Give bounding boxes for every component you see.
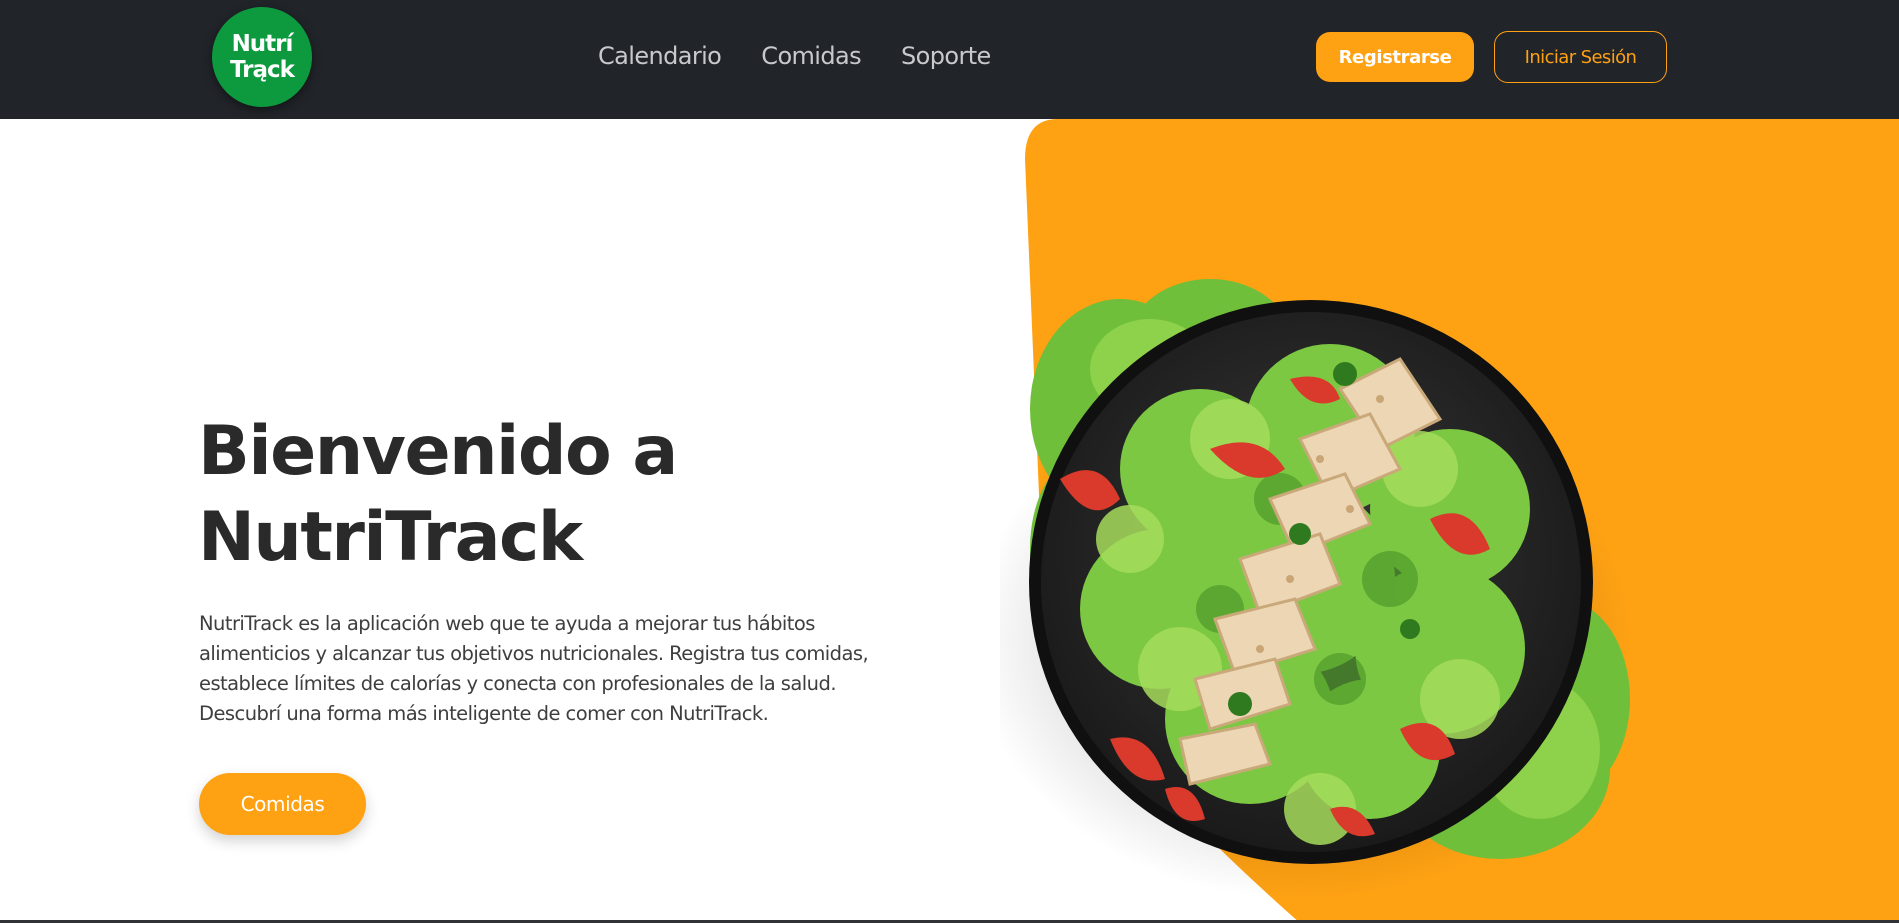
hero-title: Bienvenido a NutriTrack xyxy=(198,409,918,581)
register-button[interactable]: Registrarse xyxy=(1316,32,1474,82)
hero-title-line1: Bienvenido a xyxy=(198,412,678,491)
hero-description: NutriTrack es la aplicación web que te a… xyxy=(199,612,869,725)
hero-section: Bienvenido a NutriTrack NutriTrack es la… xyxy=(0,119,1899,923)
logo-text-line2: Trąck xyxy=(230,57,295,83)
logo-text-line1: Nutrí xyxy=(231,31,294,57)
nav-link-calendario[interactable]: Calendario xyxy=(598,40,722,72)
main-nav: Calendario Comidas Soporte xyxy=(598,40,991,72)
hero-title-line2: NutriTrack xyxy=(198,498,583,577)
nutritrack-logo[interactable]: Nutrí Trąck xyxy=(212,7,312,107)
navbar: Nutrí Trąck Calendario Comidas Soporte R… xyxy=(0,0,1899,119)
login-button[interactable]: Iniciar Sesión xyxy=(1494,31,1667,83)
nav-link-soporte[interactable]: Soporte xyxy=(901,40,991,72)
salad-bowl-image xyxy=(1000,279,1630,899)
comidas-cta-button[interactable]: Comidas xyxy=(199,773,366,835)
nav-link-comidas[interactable]: Comidas xyxy=(761,40,861,72)
